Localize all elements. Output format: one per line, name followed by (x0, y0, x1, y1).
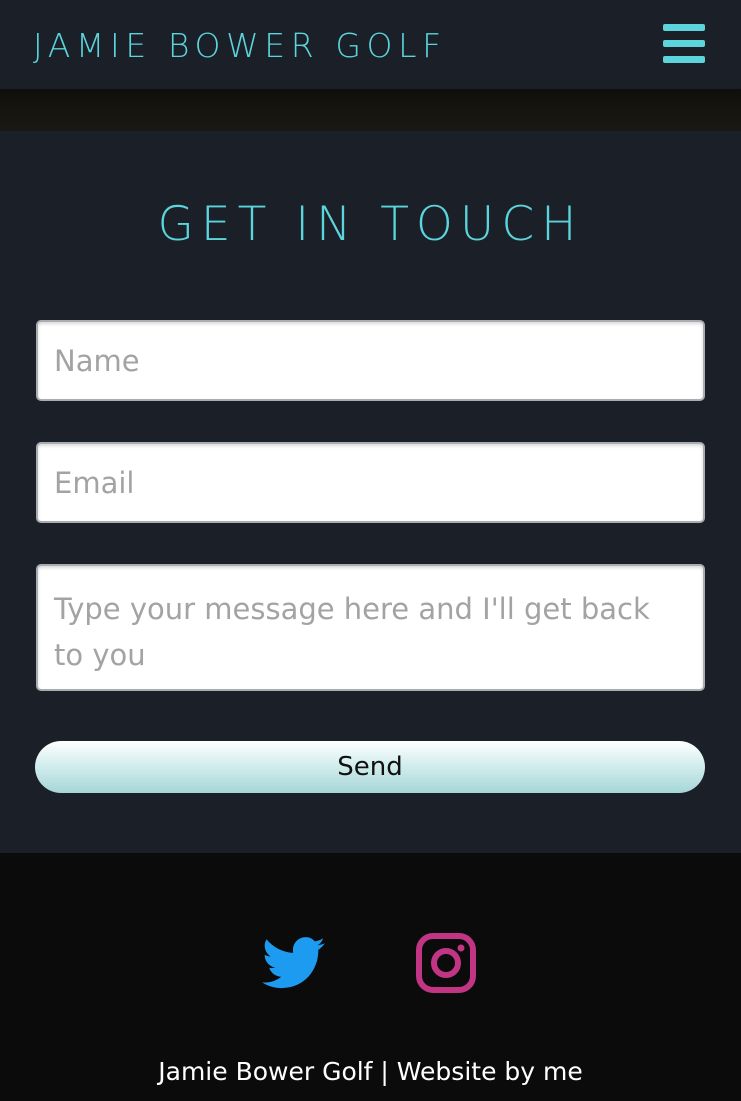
contact-title: GET IN TOUCH (157, 197, 584, 252)
site-brand[interactable]: JAMIE BOWER GOLF (33, 24, 447, 68)
email-input[interactable] (36, 442, 705, 523)
name-input[interactable] (36, 320, 705, 401)
twitter-icon[interactable] (262, 931, 326, 995)
menu-bar (663, 24, 705, 31)
menu-bar (663, 40, 705, 47)
send-button[interactable]: Send (35, 741, 705, 793)
contact-section: GET IN TOUCH Send (0, 131, 741, 853)
hamburger-menu-icon[interactable] (660, 22, 708, 66)
hero-image-strip (0, 89, 741, 131)
footer-credit: Jamie Bower Golf | Website by me (158, 1057, 583, 1086)
instagram-icon[interactable] (414, 931, 478, 995)
site-header: JAMIE BOWER GOLF (0, 0, 741, 89)
site-footer: Jamie Bower Golf | Website by me (0, 853, 741, 1101)
menu-bar (663, 56, 705, 63)
page: JAMIE BOWER GOLF GET IN TOUCH Send J (0, 0, 741, 1101)
message-textarea[interactable] (36, 564, 705, 691)
